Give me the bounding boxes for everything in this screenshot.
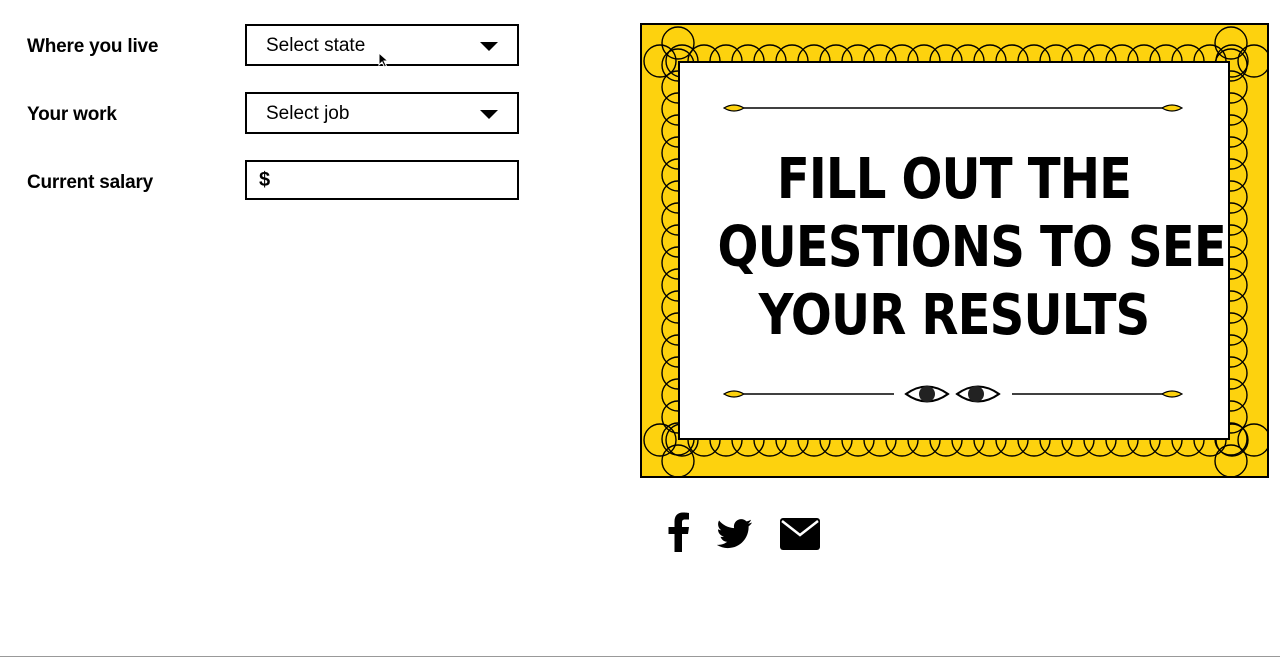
results-card: FILL OUT THE QUESTIONS TO SEE YOUR RESUL… [640, 23, 1269, 478]
facebook-icon[interactable] [668, 512, 690, 552]
twitter-icon[interactable] [717, 514, 753, 554]
eye-icon [904, 385, 950, 403]
eye-icon [955, 385, 1001, 403]
salary-input[interactable] [281, 166, 510, 196]
label-your-work: Your work [27, 104, 117, 125]
chevron-down-icon [480, 110, 498, 119]
headline-line-2: QUESTIONS TO SEE [717, 215, 1227, 280]
chevron-down-icon [480, 42, 498, 51]
label-current-salary: Current salary [27, 172, 154, 193]
headline-line-1: FILL OUT THE [776, 147, 1132, 212]
headline-line-3: YOUR RESULTS [758, 283, 1151, 348]
job-select[interactable]: Select job [245, 92, 519, 134]
mouse-cursor-icon [378, 52, 390, 68]
currency-symbol: $ [259, 169, 271, 191]
state-select-value: Select state [266, 35, 366, 56]
email-icon[interactable] [779, 512, 821, 552]
results-headline: FILL OUT THE QUESTIONS TO SEE YOUR RESUL… [679, 147, 1229, 357]
label-where-you-live: Where you live [27, 36, 159, 57]
job-select-value: Select job [266, 103, 350, 124]
salary-field: $ [245, 160, 519, 200]
